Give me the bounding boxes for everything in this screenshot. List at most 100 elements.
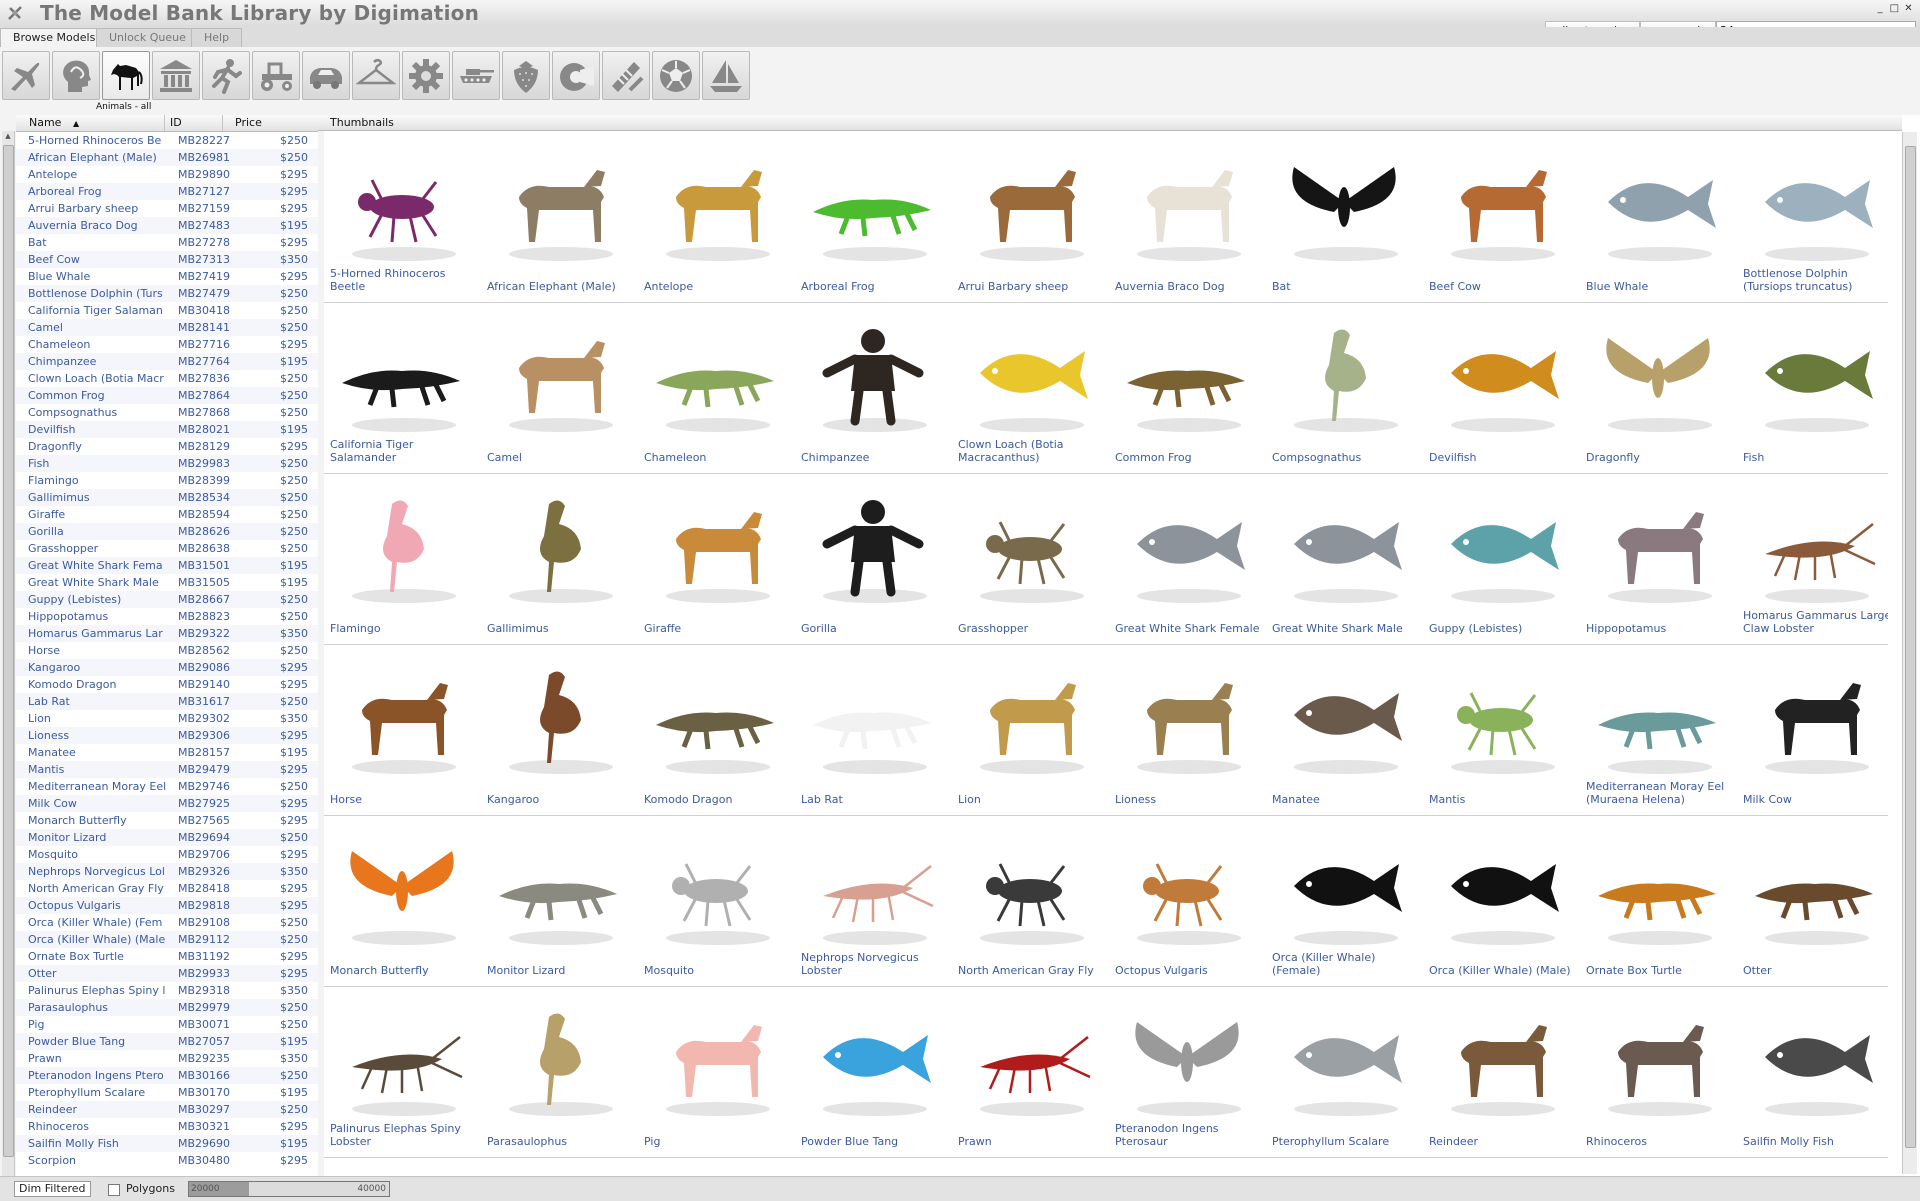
category-anatomy-button[interactable] bbox=[52, 51, 100, 100]
list-row[interactable]: Antelope MB29890 $295 bbox=[16, 166, 318, 183]
list-row[interactable]: Common Frog MB27864 $250 bbox=[16, 387, 318, 404]
thumbnail-label[interactable]: Mediterranean Moray Eel (Muraena Helena) bbox=[1586, 780, 1736, 806]
thumbnail-label[interactable]: California Tiger Salamander bbox=[330, 438, 480, 464]
list-row[interactable]: Pterophyllum Scalare MB30170 $195 bbox=[16, 1084, 318, 1101]
thumbnail-image[interactable] bbox=[803, 655, 943, 780]
model-thumbnail[interactable]: Lab Rat bbox=[795, 645, 952, 814]
maximize-button[interactable]: □ bbox=[1889, 3, 1900, 14]
thumbnail-image[interactable] bbox=[1588, 826, 1728, 951]
thumbnail-image[interactable] bbox=[1274, 313, 1414, 438]
thumbnail-label[interactable]: Komodo Dragon bbox=[644, 793, 794, 806]
list-row[interactable]: Lion MB29302 $350 bbox=[16, 710, 318, 727]
model-thumbnail[interactable]: Devilfish bbox=[1423, 303, 1580, 472]
thumbnail-label[interactable]: African Elephant (Male) bbox=[487, 280, 637, 293]
list-row[interactable]: Arrui Barbary sheep MB27159 $295 bbox=[16, 200, 318, 217]
model-thumbnail[interactable]: North American Gray Fly bbox=[952, 816, 1109, 985]
thumbnail-label[interactable]: Homarus Gammarus Large Claw Lobster bbox=[1743, 609, 1888, 635]
thumbnail-label[interactable]: Giraffe bbox=[644, 622, 794, 635]
thumbnail-image[interactable] bbox=[1588, 655, 1728, 780]
thumbnail-image[interactable] bbox=[960, 313, 1100, 438]
category-food-button[interactable] bbox=[552, 51, 600, 100]
thumbnail-label[interactable]: Devilfish bbox=[1429, 451, 1579, 464]
thumbnail-scrollbar[interactable] bbox=[1902, 132, 1917, 1174]
model-thumbnail[interactable]: Grasshopper bbox=[952, 474, 1109, 643]
model-thumbnail[interactable]: Reindeer bbox=[1423, 987, 1580, 1156]
category-ships-button[interactable] bbox=[702, 51, 750, 100]
list-row[interactable]: Auvernia Braco Dog MB27483 $195 bbox=[16, 217, 318, 234]
list-row[interactable]: Mediterranean Moray Eel MB29746 $250 bbox=[16, 778, 318, 795]
list-row[interactable]: Giraffe MB28594 $250 bbox=[16, 506, 318, 523]
list-row[interactable]: Hippopotamus MB28823 $250 bbox=[16, 608, 318, 625]
thumbnail-label[interactable]: Mantis bbox=[1429, 793, 1579, 806]
thumbnail-image[interactable] bbox=[960, 655, 1100, 780]
model-thumbnail[interactable]: Giraffe bbox=[638, 474, 795, 643]
list-row[interactable]: Manatee MB28157 $195 bbox=[16, 744, 318, 761]
minimize-button[interactable]: _ bbox=[1875, 3, 1886, 14]
list-row[interactable]: Great White Shark Male MB31505 $195 bbox=[16, 574, 318, 591]
thumbnail-image[interactable] bbox=[1431, 142, 1571, 267]
thumbnail-image[interactable] bbox=[803, 484, 943, 609]
thumbnail-label[interactable]: Reindeer bbox=[1429, 1135, 1579, 1148]
thumbnail-label[interactable]: Flamingo bbox=[330, 622, 480, 635]
thumbnail-label[interactable]: Clown Loach (Botia Macracanthus) bbox=[958, 438, 1108, 464]
category-clothing-button[interactable] bbox=[352, 51, 400, 100]
model-thumbnail[interactable]: California Tiger Salamander bbox=[324, 303, 481, 472]
thumbnail-image[interactable] bbox=[489, 997, 629, 1122]
list-row[interactable]: Horse MB28562 $250 bbox=[16, 642, 318, 659]
category-tools-button[interactable] bbox=[602, 51, 650, 100]
thumbnail-image[interactable] bbox=[1431, 826, 1571, 951]
model-thumbnail[interactable]: Milk Cow bbox=[1737, 645, 1888, 814]
list-row[interactable]: Dragonfly MB28129 $295 bbox=[16, 438, 318, 455]
thumbnail-image[interactable] bbox=[1588, 484, 1728, 609]
thumbnail-label[interactable]: Lion bbox=[958, 793, 1108, 806]
thumbnail-label[interactable]: Manatee bbox=[1272, 793, 1422, 806]
list-row[interactable]: Pig MB30071 $250 bbox=[16, 1016, 318, 1033]
thumbnail-image[interactable] bbox=[332, 997, 472, 1122]
thumbnail-image[interactable] bbox=[1431, 484, 1571, 609]
thumbnail-image[interactable] bbox=[332, 826, 472, 951]
category-industrial-button[interactable] bbox=[402, 51, 450, 100]
thumbnail-image[interactable] bbox=[1745, 142, 1885, 267]
thumbnail-image[interactable] bbox=[332, 655, 472, 780]
thumbnail-label[interactable]: 5-Horned Rhinoceros Beetle bbox=[330, 267, 480, 293]
thumbnail-image[interactable] bbox=[1117, 484, 1257, 609]
model-thumbnail[interactable]: Camel bbox=[481, 303, 638, 472]
list-row[interactable]: Mantis MB29479 $295 bbox=[16, 761, 318, 778]
model-thumbnail[interactable]: Gallimimus bbox=[481, 474, 638, 643]
thumbnail-label[interactable]: Blue Whale bbox=[1586, 280, 1736, 293]
list-row[interactable]: Mosquito MB29706 $295 bbox=[16, 846, 318, 863]
thumbnail-label[interactable]: North American Gray Fly bbox=[958, 964, 1108, 977]
thumbnail-label[interactable]: Powder Blue Tang bbox=[801, 1135, 951, 1148]
thumbnail-label[interactable]: Lab Rat bbox=[801, 793, 951, 806]
list-row[interactable]: Pteranodon Ingens Ptero MB30166 $250 bbox=[16, 1067, 318, 1084]
thumbnail-image[interactable] bbox=[960, 826, 1100, 951]
thumbnail-label[interactable]: Camel bbox=[487, 451, 637, 464]
thumbnail-label[interactable]: Monarch Butterfly bbox=[330, 964, 480, 977]
thumbnail-image[interactable] bbox=[646, 997, 786, 1122]
list-row[interactable]: Kangaroo MB29086 $295 bbox=[16, 659, 318, 676]
thumbnail-image[interactable] bbox=[1588, 313, 1728, 438]
model-thumbnail[interactable]: Horse bbox=[324, 645, 481, 814]
model-thumbnail[interactable]: Chimpanzee bbox=[795, 303, 952, 472]
list-row[interactable]: Chimpanzee MB27764 $195 bbox=[16, 353, 318, 370]
list-row[interactable]: Beef Cow MB27313 $350 bbox=[16, 251, 318, 268]
model-thumbnail[interactable]: Beef Cow bbox=[1423, 132, 1580, 301]
category-plants-button[interactable] bbox=[502, 51, 550, 100]
model-thumbnail[interactable]: Parasaulophus bbox=[481, 987, 638, 1156]
model-thumbnail[interactable]: Hippopotamus bbox=[1580, 474, 1737, 643]
list-row[interactable]: Bat MB27278 $295 bbox=[16, 234, 318, 251]
thumbnail-label[interactable]: Pig bbox=[644, 1135, 794, 1148]
category-sports-button[interactable] bbox=[652, 51, 700, 100]
thumbnail-label[interactable]: Milk Cow bbox=[1743, 793, 1888, 806]
thumbnail-image[interactable] bbox=[489, 313, 629, 438]
list-row[interactable]: Palinurus Elephas Spiny l MB29318 $350 bbox=[16, 982, 318, 999]
thumbnail-label[interactable]: Ornate Box Turtle bbox=[1586, 964, 1736, 977]
model-thumbnail[interactable]: Bottlenose Dolphin (Tursiops truncatus) bbox=[1737, 132, 1888, 301]
thumbnail-label[interactable]: Great White Shark Male bbox=[1272, 622, 1422, 635]
list-row[interactable]: Chameleon MB27716 $295 bbox=[16, 336, 318, 353]
model-thumbnail[interactable]: Fish bbox=[1737, 303, 1888, 472]
list-scroll-thumb[interactable] bbox=[3, 145, 14, 1157]
thumbnail-image[interactable] bbox=[1745, 484, 1885, 609]
thumbnail-image[interactable] bbox=[489, 142, 629, 267]
list-row[interactable]: Ornate Box Turtle MB31192 $295 bbox=[16, 948, 318, 965]
